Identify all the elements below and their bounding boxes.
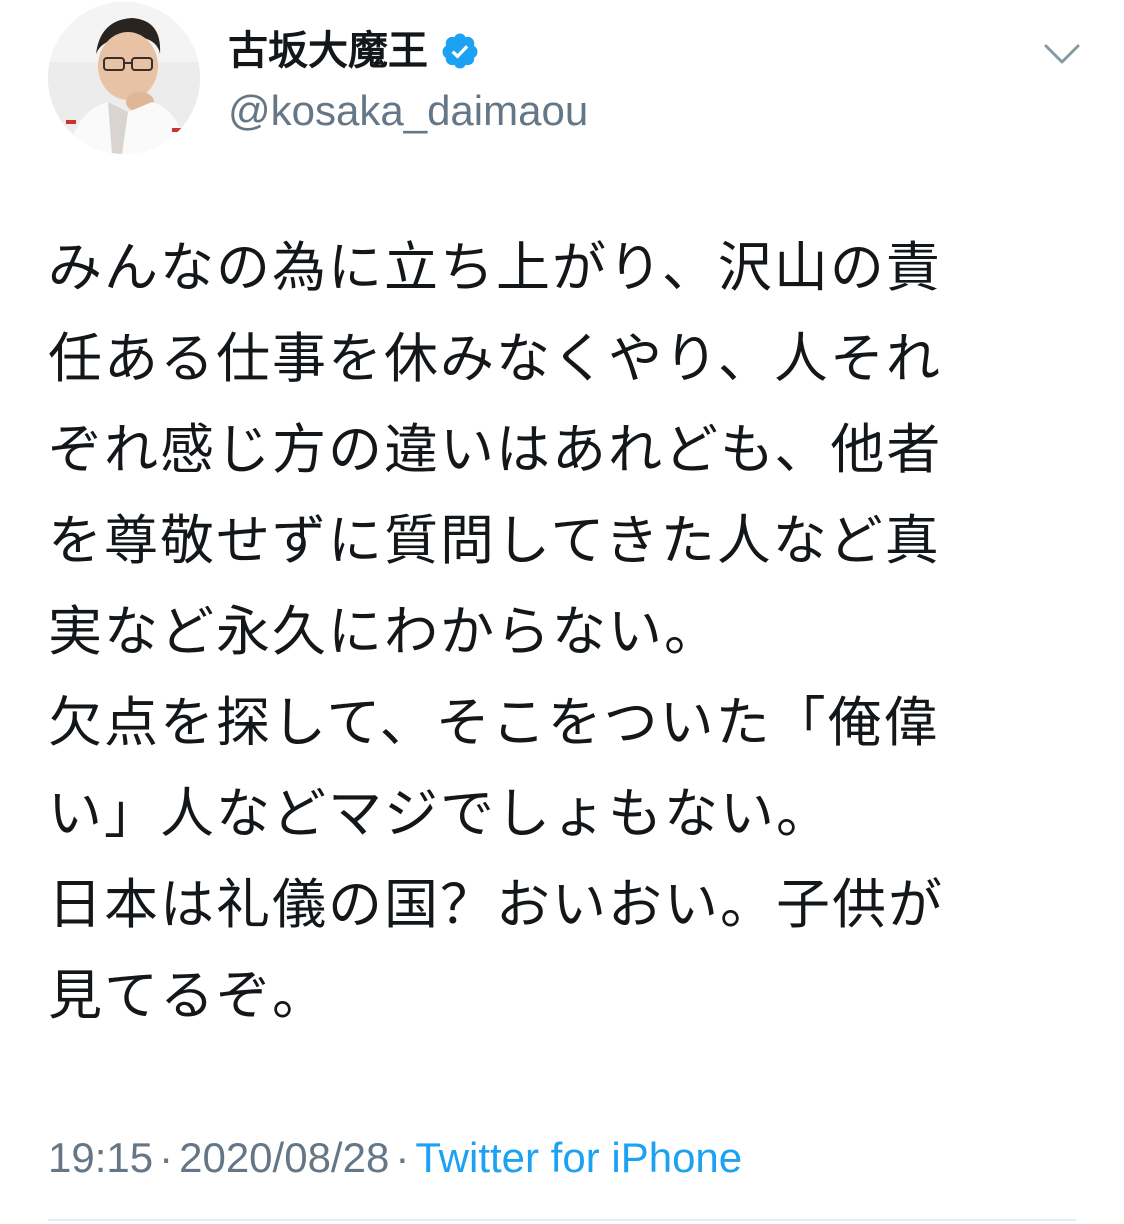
tweet-text-line: 見てるぞ。 <box>48 964 328 1027</box>
verified-badge-icon <box>440 31 480 71</box>
tweet-text: みんなの為に立ち上がり、沢山の責 任ある仕事を休みなくやり、人それ ぞれ感じ方の… <box>48 222 1058 1041</box>
tweet-text-line: ぞれ感じ方の違いはあれども、他者 <box>48 418 943 481</box>
tweet-text-line: い」人などマジでしょもない。 <box>48 782 832 845</box>
name-row: 古坂大魔王 <box>228 22 588 80</box>
divider <box>48 1219 1076 1221</box>
tweet-meta: 19:15 · 2020/08/28 · Twitter for iPhone <box>48 1130 742 1186</box>
tweet-text-line: 任ある仕事を休みなくやり、人それ <box>48 327 942 390</box>
tweet-text-line: 欠点を探して、そこをついた「俺偉 <box>48 691 940 754</box>
tweet-text-line: を尊敬せずに質問してきた人など真 <box>48 509 941 572</box>
tweet-detail: 古坂大魔王 @kosaka_daimaou みんなの為に立ち上がり、沢山の責 任… <box>0 0 1124 1224</box>
chevron-down-icon[interactable] <box>1040 36 1084 72</box>
display-name[interactable]: 古坂大魔王 <box>228 22 428 80</box>
tweet-text-line: みんなの為に立ち上がり、沢山の責 <box>48 236 942 299</box>
avatar[interactable] <box>48 2 200 154</box>
tweet-date[interactable]: 2020/08/28 <box>179 1134 389 1181</box>
author-block: 古坂大魔王 @kosaka_daimaou <box>228 22 588 136</box>
tweet-source-link[interactable]: Twitter for iPhone <box>415 1134 742 1181</box>
tweet-time[interactable]: 19:15 <box>48 1134 153 1181</box>
meta-separator: · <box>395 1134 410 1181</box>
tweet-text-line: 実など永久にわからない。 <box>48 600 720 663</box>
profile-photo-icon <box>48 2 200 154</box>
meta-separator: · <box>159 1134 174 1181</box>
user-handle[interactable]: @kosaka_daimaou <box>228 86 588 136</box>
tweet-text-line: 日本は礼儀の国？おいおい。子供が <box>48 873 944 936</box>
